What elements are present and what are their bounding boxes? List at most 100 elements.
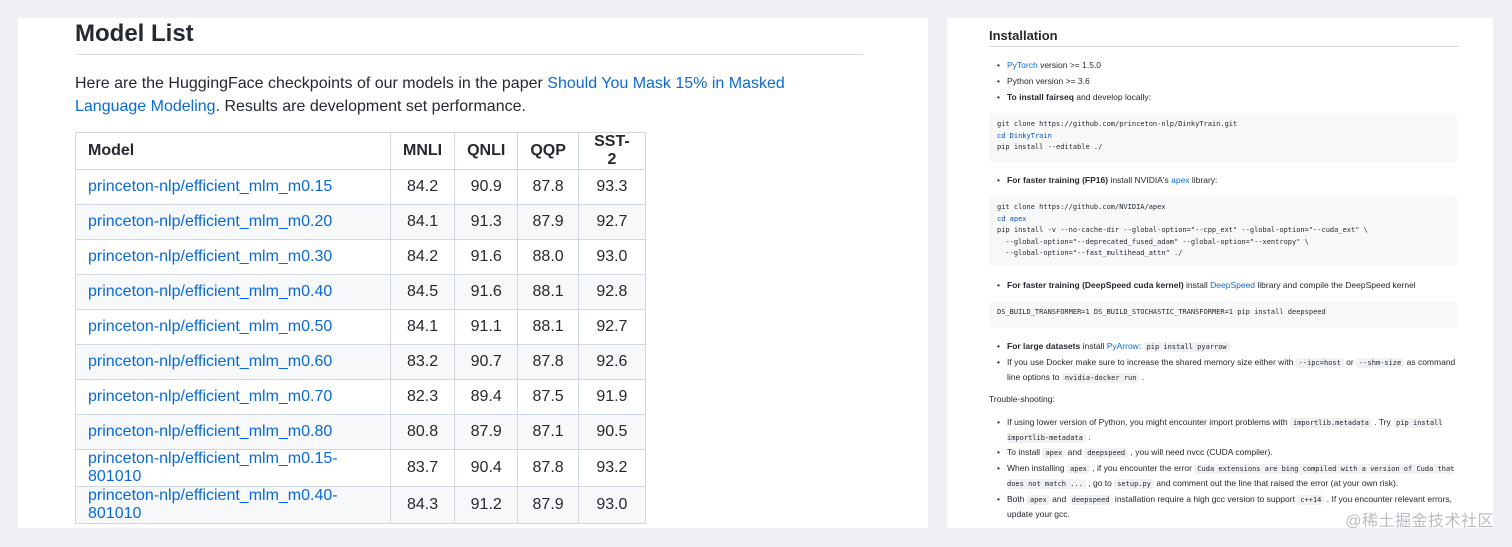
model-link[interactable]: princeton-nlp/efficient_mlm_m0.40-801010 bbox=[88, 487, 338, 522]
mnli-cell: 83.7 bbox=[389, 449, 456, 487]
inline-code: apex bbox=[1067, 464, 1090, 474]
mnli-cell: 80.8 bbox=[389, 414, 456, 450]
req-python: Python version >= 3.6 bbox=[997, 74, 1457, 88]
inline-code: --ipc=host bbox=[1295, 358, 1344, 368]
model-link-cell: princeton-nlp/efficient_mlm_m0.50 bbox=[75, 309, 391, 345]
sst2-cell: 92.6 bbox=[577, 344, 646, 380]
apex-link[interactable]: apex bbox=[1171, 175, 1189, 185]
model-link[interactable]: princeton-nlp/efficient_mlm_m0.15-801010 bbox=[88, 450, 338, 485]
ts-item-3: When installing apex , if you encounter … bbox=[997, 461, 1457, 491]
mnli-cell: 82.3 bbox=[389, 379, 456, 415]
ts-text: Both bbox=[1007, 494, 1027, 504]
ts-text: and bbox=[1065, 447, 1085, 457]
ts-text: . Try bbox=[1371, 417, 1394, 427]
table-row: princeton-nlp/efficient_mlm_m0.60 83.2 90.… bbox=[75, 344, 646, 380]
qqp-cell: 87.1 bbox=[517, 414, 579, 450]
header-mnli: MNLI bbox=[389, 132, 456, 170]
code-block-fairseq[interactable]: git clone https://github.com/princeton-n… bbox=[989, 113, 1457, 163]
model-link[interactable]: princeton-nlp/efficient_mlm_m0.40 bbox=[88, 283, 332, 300]
ts-text: . bbox=[1085, 432, 1091, 442]
installation-divider bbox=[989, 46, 1459, 47]
req-deepspeed: For faster training (DeepSpeed cuda kern… bbox=[997, 278, 1457, 292]
code-line: --global-option="--fast_multihead_attn" … bbox=[997, 249, 1183, 257]
mnli-cell: 84.2 bbox=[389, 169, 456, 205]
table-row: princeton-nlp/efficient_mlm_m0.15 84.2 90.… bbox=[75, 169, 646, 205]
model-link[interactable]: princeton-nlp/efficient_mlm_m0.50 bbox=[88, 318, 332, 335]
installation-heading: Installation bbox=[989, 28, 1058, 43]
qqp-cell: 87.9 bbox=[517, 486, 579, 524]
ts-item-1: If using lower version of Python, you mi… bbox=[997, 415, 1457, 445]
qnli-cell: 90.4 bbox=[454, 449, 519, 487]
sst2-cell: 91.9 bbox=[577, 379, 646, 415]
deepspeed-link[interactable]: DeepSpeed bbox=[1210, 280, 1255, 290]
sst2-cell: 93.0 bbox=[577, 239, 646, 275]
qqp-cell: 87.8 bbox=[517, 344, 579, 380]
sst2-cell: 93.3 bbox=[577, 169, 646, 205]
pyarrow-link[interactable]: PyArrow bbox=[1107, 341, 1139, 351]
qnli-cell: 91.3 bbox=[454, 204, 519, 240]
qqp-cell: 88.1 bbox=[517, 309, 579, 345]
docker-note: If you use Docker make sure to increase … bbox=[997, 355, 1457, 385]
inline-code: deepspeed bbox=[1068, 495, 1113, 505]
inline-code: deepspeed bbox=[1084, 448, 1129, 458]
inline-code: importlib.metadata bbox=[1290, 418, 1372, 428]
model-link[interactable]: princeton-nlp/efficient_mlm_m0.60 bbox=[88, 353, 332, 370]
ts-text: When installing bbox=[1007, 463, 1068, 473]
code-block-deepspeed[interactable]: DS_BUILD_TRANSFORMER=1 DS_BUILD_STOCHAST… bbox=[989, 301, 1457, 328]
table-row: princeton-nlp/efficient_mlm_m0.70 82.3 89.… bbox=[75, 379, 646, 415]
ts-text: To install bbox=[1007, 447, 1043, 457]
model-link[interactable]: princeton-nlp/efficient_mlm_m0.80 bbox=[88, 423, 332, 440]
table-row: princeton-nlp/efficient_mlm_m0.30 84.2 91.… bbox=[75, 239, 646, 275]
table-row: princeton-nlp/efficient_mlm_m0.40 84.5 91.… bbox=[75, 274, 646, 310]
model-link-cell: princeton-nlp/efficient_mlm_m0.80 bbox=[75, 414, 391, 450]
inline-code: pip install pyarrow bbox=[1143, 342, 1230, 352]
qqp-cell: 87.8 bbox=[517, 449, 579, 487]
model-link-cell: princeton-nlp/efficient_mlm_m0.15-801010 bbox=[75, 449, 391, 487]
code-line: cd DinkyTrain bbox=[997, 131, 1052, 140]
model-link[interactable]: princeton-nlp/efficient_mlm_m0.30 bbox=[88, 248, 332, 265]
model-link-cell: princeton-nlp/efficient_mlm_m0.60 bbox=[75, 344, 391, 380]
sst2-cell: 93.2 bbox=[577, 449, 646, 487]
req-pyarrow-bold: For large datasets bbox=[1007, 341, 1081, 351]
req-apex-text2: library: bbox=[1189, 175, 1218, 185]
inline-code: apex bbox=[1042, 448, 1066, 458]
req-fairseq: To install fairseq and develop locally: bbox=[997, 90, 1457, 104]
header-model: Model bbox=[75, 132, 391, 170]
intro-text-after: . Results are development set performanc… bbox=[215, 98, 526, 115]
sst2-cell: 93.0 bbox=[577, 486, 646, 524]
model-link-cell: princeton-nlp/efficient_mlm_m0.15 bbox=[75, 169, 391, 205]
code-line: --global-option="--deprecated_fused_adam… bbox=[997, 237, 1309, 246]
model-link-cell: princeton-nlp/efficient_mlm_m0.40 bbox=[75, 274, 391, 310]
code-block-apex[interactable]: git clone https://github.com/NVIDIA/apex… bbox=[989, 196, 1457, 266]
qnli-cell: 90.9 bbox=[454, 169, 519, 205]
req-apex: For faster training (FP16) install NVIDI… bbox=[997, 173, 1457, 187]
qnli-cell: 90.7 bbox=[454, 344, 519, 380]
ts-text: , you will need nvcc (CUDA compiler). bbox=[1128, 447, 1273, 457]
inline-code: apex bbox=[1026, 495, 1050, 505]
code-line: git clone https://github.com/NVIDIA/apex bbox=[997, 203, 1166, 211]
code-line: pip install -v --no-cache-dir --global-o… bbox=[997, 226, 1368, 234]
ts-text: , if you encounter the error bbox=[1089, 463, 1195, 473]
qqp-cell: 87.9 bbox=[517, 204, 579, 240]
docker-text: or bbox=[1343, 357, 1357, 367]
model-results-table: Model MNLI QNLI QQP SST-2 princeton-nlp/… bbox=[75, 132, 646, 524]
table-row: princeton-nlp/efficient_mlm_m0.20 84.1 91.… bbox=[75, 204, 646, 240]
intro-paragraph: Here are the HuggingFace checkpoints of … bbox=[75, 72, 845, 118]
qqp-cell: 87.5 bbox=[517, 379, 579, 415]
model-link[interactable]: princeton-nlp/efficient_mlm_m0.15 bbox=[88, 178, 332, 195]
pytorch-link[interactable]: PyTorch bbox=[1007, 60, 1038, 70]
model-link-cell: princeton-nlp/efficient_mlm_m0.70 bbox=[75, 379, 391, 415]
table-header-row: Model MNLI QNLI QQP SST-2 bbox=[75, 132, 646, 170]
sst2-cell: 92.7 bbox=[577, 309, 646, 345]
model-link[interactable]: princeton-nlp/efficient_mlm_m0.70 bbox=[88, 388, 332, 405]
qqp-cell: 88.0 bbox=[517, 239, 579, 275]
header-qqp: QQP bbox=[517, 132, 579, 170]
qnli-cell: 89.4 bbox=[454, 379, 519, 415]
mnli-cell: 84.3 bbox=[389, 486, 456, 524]
header-qnli: QNLI bbox=[454, 132, 519, 170]
req-apex-bold: For faster training (FP16) bbox=[1007, 175, 1109, 185]
model-link-cell: princeton-nlp/efficient_mlm_m0.40-801010 bbox=[75, 486, 391, 524]
code-line: pip install --editable ./ bbox=[997, 143, 1103, 151]
sst2-cell: 92.7 bbox=[577, 204, 646, 240]
model-link[interactable]: princeton-nlp/efficient_mlm_m0.20 bbox=[88, 213, 332, 230]
